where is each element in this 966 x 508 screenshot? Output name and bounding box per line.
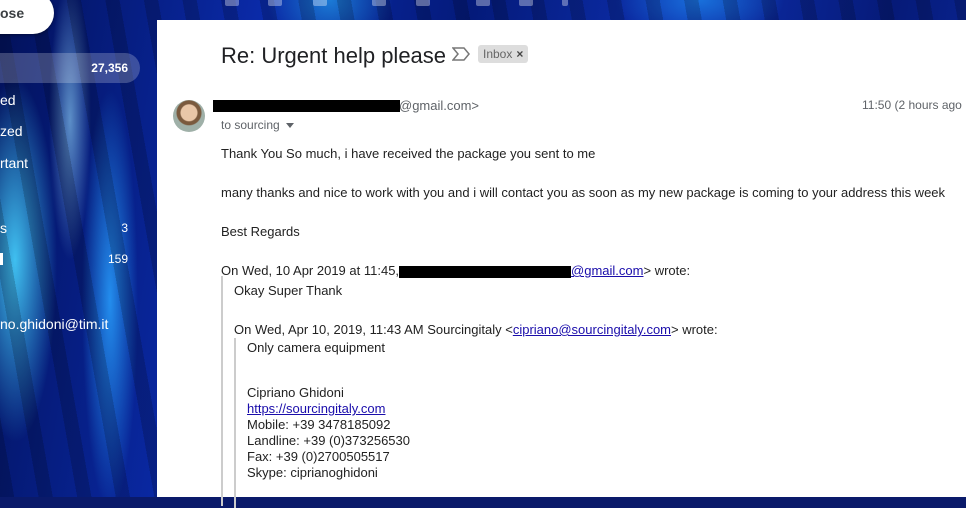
label-icon[interactable] <box>519 0 533 6</box>
sender-email-suffix: @gmail.com> <box>399 98 480 113</box>
signature-mobile: Mobile: +39 3478185092 <box>247 417 391 432</box>
remove-label-icon[interactable]: × <box>516 47 523 61</box>
importance-marker-icon[interactable] <box>452 47 470 61</box>
body-line-3: Best Regards <box>221 224 300 239</box>
quote1-email-link[interactable]: @gmail.com <box>571 263 643 278</box>
sender-avatar[interactable] <box>173 100 205 132</box>
chevron-down-icon[interactable] <box>285 122 294 128</box>
message-time: 11:50 (2 hours ago <box>862 98 962 112</box>
signature-website: https://sourcingitaly.com <box>247 401 385 416</box>
sidebar-item-drafts[interactable]: s 3 <box>0 213 140 243</box>
sidebar-item-count: 159 <box>107 252 128 266</box>
redacted-sender <box>213 100 400 112</box>
quote1-text: Okay Super Thank <box>234 283 343 298</box>
message-pane: Re: Urgent help please Inbox × @gmail.co… <box>157 20 966 508</box>
sidebar-item-label: s <box>0 220 7 236</box>
quote1-header-prefix: On Wed, 10 Apr 2019 at 11:45, <box>221 263 400 278</box>
compose-label: ose <box>0 5 25 21</box>
archive-icon[interactable] <box>225 0 239 6</box>
sidebar-item-snoozed[interactable]: zed <box>0 116 140 146</box>
sidebar-item-important[interactable]: rtant <box>0 148 140 178</box>
signature-skype: Skype: ciprianoghidoni <box>247 465 378 480</box>
body-line-2: many thanks and nice to work with you an… <box>221 185 946 200</box>
delete-icon[interactable] <box>313 0 327 6</box>
redacted-quote-sender <box>399 265 572 278</box>
signature-landline: Landline: +39 (0)373256530 <box>247 433 411 448</box>
quote2-header: On Wed, Apr 10, 2019, 11:43 AM Sourcingi… <box>234 322 718 337</box>
quote2-email-link[interactable]: cipriano@sourcingitaly.com <box>513 322 671 337</box>
signature-name: Cipriano Ghidoni <box>247 385 344 400</box>
sidebar-item-label: zed <box>0 123 23 139</box>
sidebar-item-inbox[interactable]: 27,356 <box>0 53 140 83</box>
quote2-header-suffix: > wrote: <box>671 322 718 337</box>
account-label[interactable]: no.ghidoni@tim.it <box>0 316 108 332</box>
sidebar-item-label: ed <box>0 92 16 108</box>
website-link[interactable]: https://sourcingitaly.com <box>247 401 385 416</box>
spam-icon[interactable] <box>268 0 282 6</box>
quote2-header-prefix: On Wed, Apr 10, 2019, 11:43 AM Sourcingi… <box>234 322 513 337</box>
body-line-1: Thank You So much, i have received the p… <box>221 146 596 161</box>
quote-bar-nested <box>234 338 236 508</box>
quote-bar <box>221 276 223 506</box>
quote1-header: On Wed, 10 Apr 2019 at 11:45, @gmail.com>… <box>221 263 690 278</box>
snooze-icon[interactable] <box>416 0 430 6</box>
more-icon[interactable] <box>562 0 568 6</box>
compose-button[interactable]: ose <box>0 0 54 34</box>
sidebar-item-label: rtant <box>0 155 29 171</box>
sidebar-item-label <box>0 253 3 265</box>
quote2-text: Only camera equipment <box>247 340 386 355</box>
inbox-label-chip: Inbox × <box>478 45 529 63</box>
signature-fax: Fax: +39 (0)2700505517 <box>247 449 390 464</box>
quote1-header-suffix: > wrote: <box>643 263 691 278</box>
move-to-icon[interactable] <box>476 0 490 6</box>
recipient-line[interactable]: to sourcing <box>221 118 294 132</box>
label-chip-text: Inbox <box>483 47 513 61</box>
mark-unread-icon[interactable] <box>372 0 386 6</box>
sidebar-item-spam[interactable]: 159 <box>0 244 140 274</box>
sidebar-item-count: 3 <box>121 221 128 235</box>
sidebar-item-starred[interactable]: ed <box>0 85 140 115</box>
email-subject: Re: Urgent help please <box>221 43 447 68</box>
sidebar-item-count: 27,356 <box>91 61 128 75</box>
recipient-text: to sourcing <box>221 118 280 132</box>
